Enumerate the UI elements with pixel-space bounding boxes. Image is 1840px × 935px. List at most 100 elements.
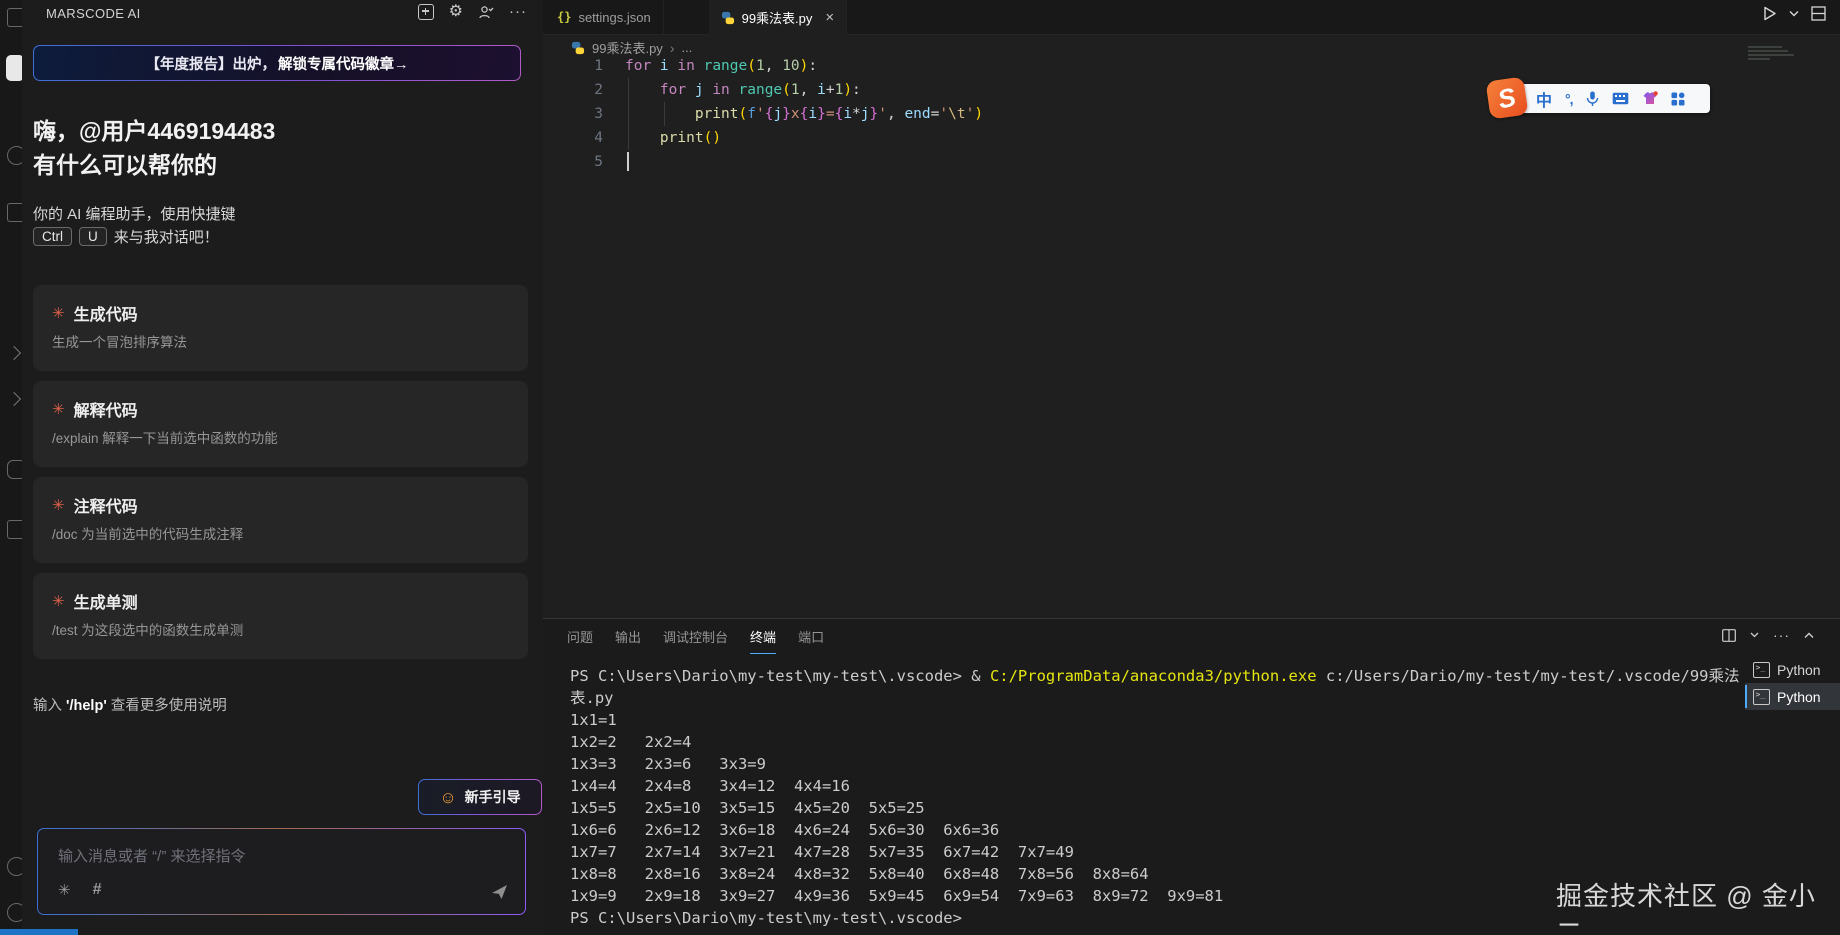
sogou-logo-icon[interactable]: S: [1486, 77, 1529, 120]
breadcrumb-ellipsis: ...: [681, 40, 692, 55]
sidebar-title: MARSCODE AI: [46, 6, 141, 21]
extensions-icon[interactable]: [7, 460, 23, 479]
card-title-text: 生成单测: [74, 589, 138, 613]
remote-icon[interactable]: [7, 520, 23, 539]
skin-shirt-icon[interactable]: [1642, 91, 1658, 106]
python-file-icon: [571, 41, 585, 55]
run-python-icon[interactable]: [1763, 6, 1777, 21]
send-icon[interactable]: [491, 884, 509, 900]
card-title-text: 生成代码: [74, 301, 138, 325]
code-editor[interactable]: 1for i in range(1, 10):2 for j in range(…: [543, 54, 1840, 174]
ime-mode-chinese[interactable]: 中: [1536, 87, 1552, 111]
panel-tabs: 问题输出调试控制台终端端口: [567, 627, 824, 654]
terminal-session-item[interactable]: Python: [1745, 656, 1840, 683]
line-content: print(f'{j}x{i}={i*j}', end='\t'): [625, 102, 983, 126]
line-number: 5: [543, 150, 603, 174]
settings-icon[interactable]: ⚙: [449, 4, 463, 20]
panel-tab-终端[interactable]: 终端: [750, 627, 776, 654]
json-braces-icon: {}: [557, 10, 571, 24]
greeting-line2: 有什么可以帮你的: [33, 148, 275, 182]
quick-action-cards: ✳生成代码生成一个冒泡排序算法✳解释代码/explain 解释一下当前选中函数的…: [33, 285, 528, 669]
sparkle-command-icon[interactable]: ✳: [58, 881, 71, 899]
line-content: print(): [625, 126, 721, 150]
ime-toolbar: 中 °,: [1510, 84, 1710, 113]
panel-tab-输出[interactable]: 输出: [615, 627, 641, 654]
terminal-session-item[interactable]: Python: [1745, 683, 1840, 710]
new-chat-icon[interactable]: [418, 4, 434, 20]
kbd-u: U: [79, 227, 107, 246]
annual-report-banner[interactable]: 【年度报告】出炉， 解锁专属代码徽章→: [33, 45, 521, 81]
kbd-ctrl: Ctrl: [33, 227, 72, 246]
card-title-text: 解释代码: [74, 397, 138, 421]
settings-gear-icon[interactable]: [7, 903, 23, 922]
editor-tab-label: 99乘法表.py: [742, 8, 813, 27]
source-control-icon[interactable]: [7, 203, 23, 222]
marscode-extension-icon-active[interactable]: [6, 55, 23, 81]
greeting-line1: 嗨，@用户4469194483: [33, 114, 275, 148]
account-icon[interactable]: [7, 857, 23, 876]
panel-tab-端口[interactable]: 端口: [798, 627, 824, 654]
onboarding-guide-button[interactable]: ☺ 新手引导: [418, 779, 542, 815]
hash-context-icon[interactable]: #: [93, 881, 102, 899]
terminal-line: 1x4=4 2x4=8 3x4=12 4x4=16: [570, 775, 1740, 797]
more-actions-icon[interactable]: ···: [509, 7, 527, 17]
microphone-icon[interactable]: [1586, 91, 1599, 107]
terminal-line: 1x6=6 2x6=12 3x6=18 4x6=24 5x6=30 6x6=36: [570, 819, 1740, 841]
panel-tab-问题[interactable]: 问题: [567, 627, 593, 654]
banner-text: 【年度报告】出炉，: [146, 53, 277, 74]
guide-label: 新手引导: [465, 787, 521, 807]
quick-action-card[interactable]: ✳解释代码/explain 解释一下当前选中函数的功能: [33, 381, 528, 467]
editor-tab[interactable]: 99乘法表.py ×: [709, 0, 848, 35]
terminal-line: 1x1=1: [570, 709, 1740, 731]
line-number: 3: [543, 102, 603, 126]
quick-action-card[interactable]: ✳生成单测/test 为这段选中的函数生成单测: [33, 573, 528, 659]
chat-input[interactable]: 输入消息或者 “/” 来选择指令 ✳ #: [37, 828, 526, 915]
code-line: 4 print(): [543, 126, 1840, 150]
minimap[interactable]: [1748, 46, 1794, 62]
editor-tab-bar: {}settings.json 99乘法表.py ×: [543, 0, 1840, 35]
card-title-text: 注释代码: [74, 493, 138, 517]
hug-emoji-icon: ☺: [439, 789, 456, 806]
terminal-line: 1x3=3 2x3=6 3x3=9: [570, 753, 1740, 775]
terminal-line: 1x5=5 2x5=10 3x5=15 4x5=20 5x5=25: [570, 797, 1740, 819]
editor-tab[interactable]: {}settings.json: [545, 0, 664, 34]
panel-more-icon[interactable]: ···: [1773, 627, 1790, 643]
quick-action-card[interactable]: ✳ 生成代码生成一个冒泡排序算法: [33, 285, 528, 371]
terminal-line: 1x2=2 2x2=4: [570, 731, 1740, 753]
terminal-line: 表.py: [570, 687, 1740, 709]
card-description: 生成一个冒泡排序算法: [52, 331, 187, 351]
sparkle-icon: ✳: [52, 304, 65, 322]
code-line: 5: [543, 150, 1840, 174]
card-description: /test 为这段选中的函数生成单测: [52, 619, 243, 639]
shortcut-suffix: 来与我对话吧！: [114, 226, 219, 247]
sparkle-icon: ✳: [52, 496, 65, 514]
session-label: Python: [1777, 689, 1821, 705]
indent-guide: [664, 102, 665, 126]
python-file-icon: [721, 11, 735, 25]
status-bar-sliver: [0, 929, 78, 935]
chevron-icon[interactable]: [7, 392, 21, 406]
terminal-dropdown-chevron-icon[interactable]: [1750, 632, 1759, 638]
terminal-icon: [1753, 662, 1770, 678]
line-number: 2: [543, 78, 603, 102]
run-dropdown-chevron-icon[interactable]: [1789, 10, 1799, 17]
split-terminal-icon[interactable]: [1722, 629, 1736, 642]
ime-punctuation-icon[interactable]: °,: [1565, 91, 1573, 107]
card-description: /explain 解释一下当前选中函数的功能: [52, 427, 278, 447]
panel-tab-调试控制台[interactable]: 调试控制台: [663, 627, 728, 654]
run-debug-icon[interactable]: [7, 346, 21, 360]
quick-action-card[interactable]: ✳ 注释代码/doc 为当前选中的代码生成注释: [33, 477, 528, 563]
search-icon[interactable]: [7, 146, 23, 165]
line-content: for j in range(1, i+1):: [625, 78, 861, 102]
account-check-icon[interactable]: [478, 5, 494, 20]
explorer-icon[interactable]: [7, 8, 23, 27]
close-icon[interactable]: ×: [825, 9, 834, 26]
panel-maximize-chevron-icon[interactable]: [1804, 632, 1814, 639]
card-description: /doc 为当前选中的代码生成注释: [52, 523, 243, 543]
split-editor-icon[interactable]: [1811, 6, 1826, 21]
vscode-window: MARSCODE AI ⚙ ··· 【年度报告】出炉， 解锁专属代码徽章→ 嗨，…: [0, 0, 1840, 935]
text-cursor: [627, 152, 629, 171]
app-grid-icon[interactable]: [1671, 92, 1685, 106]
help-hint: 输入 '/help' 查看更多使用说明: [33, 694, 227, 715]
keyboard-icon[interactable]: [1612, 92, 1629, 105]
